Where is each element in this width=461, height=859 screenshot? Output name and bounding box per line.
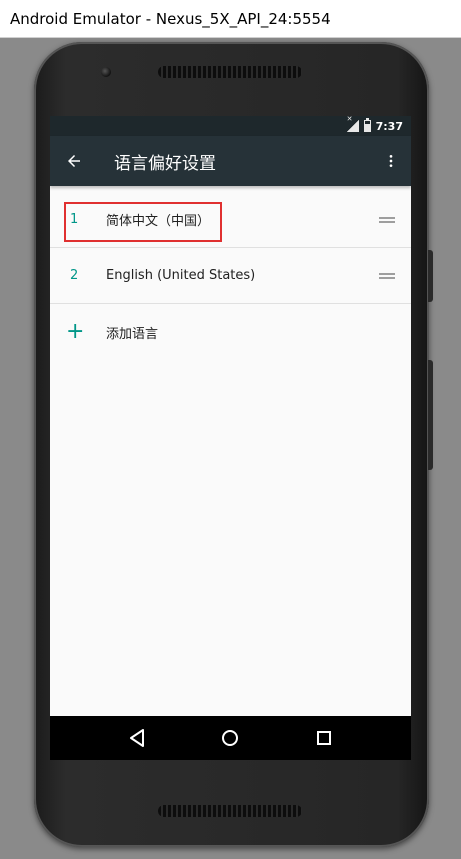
arrow-back-icon	[68, 155, 80, 167]
more-vert-icon	[389, 155, 393, 167]
status-clock: 7:37	[375, 119, 403, 133]
signal-icon	[346, 116, 359, 132]
emulator-title-bar: Android Emulator - Nexus_5X_API_24:5554	[0, 0, 461, 38]
drag-handle[interactable]	[363, 271, 411, 281]
language-item-zh-cn[interactable]: 1 简体中文（中国）	[50, 192, 411, 248]
add-language-button[interactable]: + 添加语言	[50, 304, 411, 360]
nav-home-icon	[222, 730, 239, 746]
phone-screen: 7:37 语言偏好设置 1 简体中文（中国）	[50, 116, 411, 760]
emulator-window-title: Android Emulator - Nexus_5X_API_24:5554	[10, 9, 331, 28]
nav-recents-icon	[317, 731, 332, 745]
top-speaker-grille	[158, 66, 302, 78]
front-camera	[101, 67, 111, 77]
navigation-bar	[50, 716, 411, 760]
page-title: 语言偏好设置	[114, 153, 216, 174]
nav-back-button[interactable]	[117, 718, 157, 758]
add-icon: +	[66, 319, 85, 344]
nav-back-icon	[129, 729, 144, 747]
language-label: English (United States)	[106, 268, 256, 283]
back-button[interactable]	[50, 136, 98, 186]
bottom-speaker-grille	[158, 805, 302, 817]
app-bar: 语言偏好设置	[50, 136, 411, 186]
highlight-annotation	[64, 202, 222, 242]
drag-handle-icon	[379, 272, 395, 279]
nav-home-button[interactable]	[210, 718, 250, 758]
language-rank: 2	[70, 268, 79, 283]
add-language-label: 添加语言	[106, 326, 159, 342]
status-bar: 7:37	[50, 116, 411, 136]
overflow-menu-button[interactable]	[371, 136, 411, 186]
drag-handle[interactable]	[363, 215, 411, 225]
language-list: 1 简体中文（中国） 2 English (United States) + 添…	[50, 192, 411, 360]
nav-recents-button[interactable]	[304, 718, 344, 758]
volume-button[interactable]	[428, 360, 433, 470]
battery-icon	[363, 118, 371, 132]
drag-handle-icon	[379, 216, 395, 223]
power-button[interactable]	[428, 250, 433, 302]
language-item-en-us[interactable]: 2 English (United States)	[50, 248, 411, 304]
